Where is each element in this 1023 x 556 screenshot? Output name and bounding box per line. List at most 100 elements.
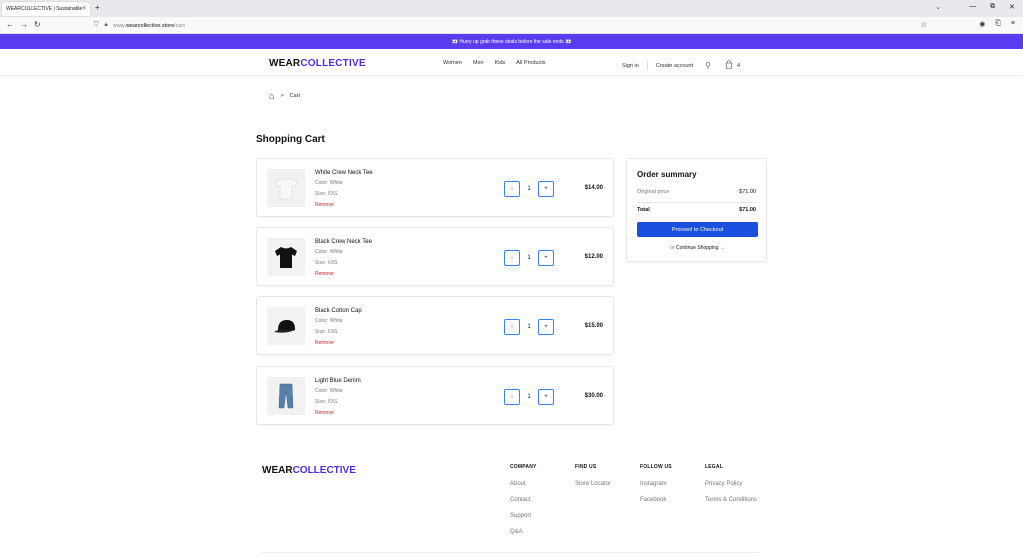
item-name[interactable]: Black Cotton Cap [315, 308, 362, 314]
address-bar[interactable]: ⛉ 🔒︎ www. wearcollective.store/cart [88, 19, 940, 32]
tab-close-icon[interactable]: × [82, 6, 86, 12]
shield-icon[interactable]: ⛉ [94, 22, 99, 29]
footer-heading: LEGAL [705, 464, 723, 470]
decrease-quantity-button[interactable]: - [504, 389, 520, 405]
browser-toolbar: ← → ↻ ⛉ 🔒︎ www. wearcollective.store/cart… [0, 17, 1023, 34]
create-account-link[interactable]: Create account [656, 63, 693, 69]
increase-quantity-button[interactable]: + [538, 250, 554, 266]
nav-all-products[interactable]: All Products [516, 60, 545, 66]
footer-link-contact[interactable]: Contact [510, 497, 537, 504]
minimize-icon[interactable]: — [969, 3, 976, 11]
footer-heading: FIND US [575, 464, 597, 470]
item-price: $12.00 [584, 254, 603, 260]
item-color: Color: White [315, 388, 343, 394]
bookmark-star-icon[interactable]: ☆ [920, 20, 927, 29]
decrease-quantity-button[interactable]: - [504, 181, 520, 197]
decrease-quantity-button[interactable]: - [504, 250, 520, 266]
footer-column-legal: LEGAL Privacy Policy Terms & Conditions [705, 464, 757, 513]
footer-link-instagram[interactable]: Instagram [640, 481, 672, 488]
tab-list-icon[interactable]: ⌄ [935, 3, 941, 11]
search-icon[interactable]: ⚲ [705, 61, 711, 70]
continue-or: or [670, 245, 675, 251]
promo-banner: 👀 Hurry up grab these deals before the s… [0, 34, 1023, 49]
item-size: Size: XXS [315, 260, 338, 266]
back-icon[interactable]: ← [6, 20, 14, 29]
site-header: WEARCOLLECTIVE Women Men Kids All Produc… [0, 49, 1023, 76]
main-nav: Women Men Kids All Products [443, 60, 546, 66]
checkout-button[interactable]: Proceed to Checkout [637, 222, 758, 237]
increase-quantity-button[interactable]: + [538, 181, 554, 197]
summary-divider [637, 202, 756, 203]
item-name[interactable]: Light Blue Denim [315, 378, 361, 384]
decrease-quantity-button[interactable]: - [504, 319, 520, 335]
item-color: Color: White [315, 180, 343, 186]
black-cap-icon[interactable] [267, 307, 305, 345]
breadcrumb-current: Cart [289, 93, 301, 99]
item-price: $30.00 [584, 393, 603, 399]
continue-shopping-link[interactable]: Continue Shopping → [676, 245, 725, 251]
browser-tab[interactable]: WEARCOLLECTIVE | Sustainable × [2, 2, 90, 16]
footer-logo[interactable]: WEARCOLLECTIVE [262, 465, 356, 476]
item-price: $14.00 [584, 185, 603, 191]
account-icon[interactable]: ◉ [979, 20, 985, 28]
item-name[interactable]: White Crew Neck Tee [315, 170, 373, 176]
denim-jeans-icon[interactable] [267, 377, 305, 415]
item-name[interactable]: Black Crew Neck Tee [315, 239, 372, 245]
item-size: Size: XXS [315, 399, 338, 405]
footer-column-company: COMPANY About Contact Support Q&A [510, 464, 537, 545]
footer-link-privacy[interactable]: Privacy Policy [705, 481, 757, 488]
remove-button[interactable]: Remove [315, 410, 334, 416]
lock-icon[interactable]: 🔒︎ [105, 22, 108, 29]
total-row: Total $71.00 [637, 207, 756, 213]
increase-quantity-button[interactable]: + [538, 389, 554, 405]
footer-column-find-us: FIND US Store Locator [575, 464, 611, 497]
footer-heading: COMPANY [510, 464, 537, 470]
footer-link-terms[interactable]: Terms & Conditions [705, 497, 757, 504]
new-tab-button[interactable]: + [95, 3, 100, 12]
restore-icon[interactable]: ⧉ [990, 3, 995, 11]
forward-icon[interactable]: → [20, 20, 28, 29]
footer-link-support[interactable]: Support [510, 513, 537, 520]
menu-icon[interactable]: ≡ [1011, 20, 1015, 28]
cart-item: White Crew Neck Tee Color: White Size: X… [256, 158, 614, 217]
home-icon[interactable]: ⌂ [269, 91, 274, 101]
summary-title: Order summary [637, 170, 697, 179]
remove-button[interactable]: Remove [315, 340, 334, 346]
quantity-value: 1 [527, 324, 531, 330]
white-tshirt-icon[interactable] [267, 169, 305, 207]
remove-button[interactable]: Remove [315, 271, 334, 277]
increase-quantity-button[interactable]: + [538, 319, 554, 335]
nav-women[interactable]: Women [443, 60, 462, 66]
url-path: /cart [174, 22, 185, 29]
logo-part1: WEAR [269, 58, 301, 69]
quantity-value: 1 [527, 186, 531, 192]
sign-in-link[interactable]: Sign in [622, 63, 639, 69]
extensions-icon[interactable]: ⎗ [995, 20, 1001, 28]
close-window-icon[interactable]: ✕ [1009, 3, 1015, 11]
footer-link-qa[interactable]: Q&A [510, 529, 537, 536]
quantity-stepper: - 1 + [504, 181, 554, 197]
order-summary: Order summary Original price $71.00 Tota… [626, 158, 767, 262]
breadcrumb-separator: > [280, 93, 284, 99]
quantity-value: 1 [527, 255, 531, 261]
original-price-value: $71.00 [739, 189, 756, 195]
remove-button[interactable]: Remove [315, 202, 334, 208]
logo-part2: COLLECTIVE [300, 58, 366, 69]
footer-link-facebook[interactable]: Facebook [640, 497, 672, 504]
footer-link-store-locator[interactable]: Store Locator [575, 481, 611, 488]
quantity-stepper: - 1 + [504, 319, 554, 335]
black-tshirt-icon[interactable] [267, 238, 305, 276]
window-controls: ⌄ — ⧉ ✕ [935, 3, 1015, 11]
cart-count: 4 [737, 62, 741, 69]
original-price-label: Original price [637, 189, 670, 195]
shopping-bag-icon[interactable] [725, 60, 733, 71]
cart-item: Black Crew Neck Tee Color: White Size: X… [256, 227, 614, 286]
item-color: Color: White [315, 249, 343, 255]
footer-logo-part2: COLLECTIVE [292, 465, 356, 476]
reload-icon[interactable]: ↻ [34, 20, 41, 29]
nav-men[interactable]: Men [473, 60, 484, 66]
site-logo[interactable]: WEARCOLLECTIVE [269, 58, 366, 69]
footer-link-about[interactable]: About [510, 481, 537, 488]
nav-kids[interactable]: Kids [495, 60, 506, 66]
cart-item: Black Cotton Cap Color: White Size: XXS … [256, 296, 614, 355]
